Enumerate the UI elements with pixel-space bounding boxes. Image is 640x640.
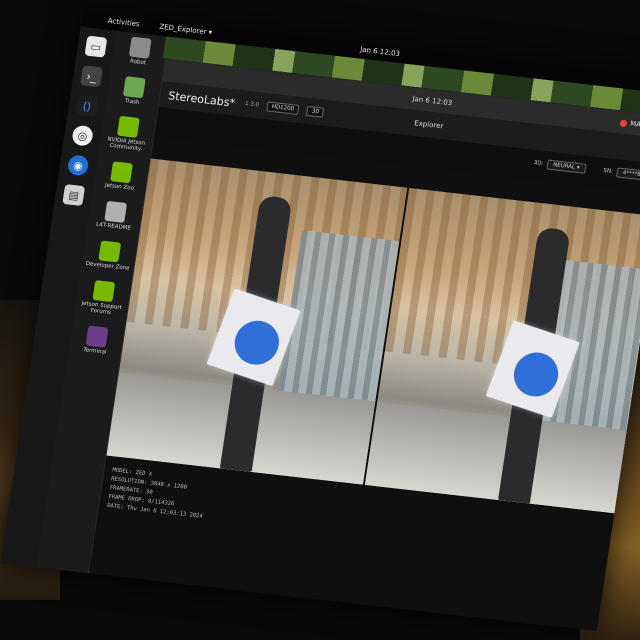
desktop-icon-label: Developer Zone — [85, 260, 130, 272]
desktop-icon[interactable]: NVIDIA Jetson Community — [101, 114, 154, 153]
nvidia-icon — [110, 161, 133, 184]
monitor-screen: Activities ZED_Explorer ▾ Jan 6 12:03 ▭ … — [0, 8, 640, 632]
titlebar-clock: Jan 6 12:03 — [411, 94, 453, 108]
app-version: 1.3.0 — [244, 100, 260, 109]
serial-number: 4****826 — [615, 167, 640, 182]
user-indicator[interactable]: MAXN — [619, 118, 640, 130]
nvidia-icon — [92, 280, 116, 303]
desktop-icon-label: L4T-README — [95, 221, 132, 232]
app-menu[interactable]: ZED_Explorer ▾ — [159, 23, 213, 37]
sn-label: SN: — [602, 167, 614, 175]
chromium-icon[interactable]: ◉ — [66, 154, 90, 177]
desktop-icon-label: Jetson Zoo — [104, 182, 135, 192]
desktop-icon-label: NVIDIA Jetson Community — [106, 136, 146, 153]
stereo-viewer[interactable] — [106, 158, 640, 515]
desktop-icon[interactable]: Trash — [122, 76, 146, 106]
activities-button[interactable]: Activities — [107, 17, 140, 29]
desktop-icon[interactable]: Jetson Zoo — [104, 161, 137, 192]
desktop-icon[interactable]: Terminal — [82, 325, 110, 356]
files-icon[interactable]: ▭ — [84, 35, 108, 58]
brand-title: StereoLabs* — [167, 88, 236, 110]
left-camera-view — [106, 158, 408, 485]
desktop-icon[interactable]: L4T-README — [96, 200, 135, 232]
nvidia-icon — [98, 240, 122, 263]
obs-icon[interactable]: ◎ — [71, 124, 95, 147]
desktop-icon[interactable]: Developer Zone — [85, 239, 133, 272]
desktop-icon[interactable]: Jetson Support Forums — [76, 278, 129, 317]
nvidia-icon — [116, 115, 140, 138]
folder-icon — [104, 200, 128, 223]
desktop-icon-label: Terminal — [82, 347, 107, 356]
vscode-icon[interactable]: ⟨⟩ — [75, 94, 99, 118]
right-camera-view — [364, 187, 640, 515]
depth-label: 3D: — [533, 159, 544, 167]
depth-controls: 3D: NEURAL ▾ SN: 4****826 — [533, 158, 640, 182]
zed-explorer-window: Jan 6 12:03 MAXN StereoLabs* 1.3.0 HD120… — [84, 58, 640, 632]
terminal-icon[interactable]: ›_ — [80, 65, 103, 88]
desktop-icon-label: Robot — [129, 58, 147, 67]
trash-icon — [122, 76, 146, 99]
fps-select[interactable]: 30 — [306, 105, 325, 118]
desktop-icon[interactable]: Robot — [128, 36, 152, 67]
resolution-select[interactable]: HD1200 — [266, 101, 300, 115]
desktop-icon-label: Trash — [124, 98, 140, 106]
camera-info-panel: MODEL: ZED X RESOLUTION: 3840 x 1200 FRA… — [106, 466, 208, 521]
top-bar-clock[interactable]: Jan 6 12:03 — [360, 46, 401, 58]
power-mode: MAXN — [629, 119, 640, 130]
page-title: Explorer — [413, 119, 444, 131]
drive-icon[interactable]: ▤ — [62, 184, 86, 207]
depth-mode-select[interactable]: NEURAL ▾ — [546, 159, 587, 174]
desktop-icon-label: Jetson Support Forums — [81, 300, 123, 316]
user-icon — [619, 118, 628, 127]
terminal-icon — [85, 325, 109, 348]
robot-icon — [128, 36, 152, 59]
